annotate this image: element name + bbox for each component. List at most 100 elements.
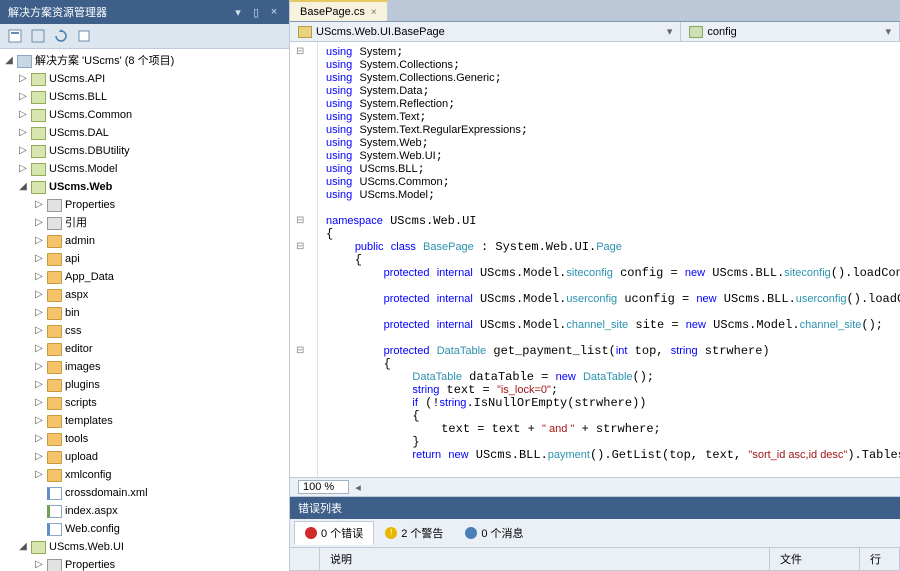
tree-item[interactable]: Web.config: [0, 520, 289, 538]
tree-item[interactable]: ▷bin: [0, 304, 289, 322]
expand-icon[interactable]: ▷: [34, 359, 44, 375]
errors-filter[interactable]: 0 个错误: [294, 521, 374, 545]
tree-item[interactable]: ▷css: [0, 322, 289, 340]
tree-item[interactable]: ▷App_Data: [0, 268, 289, 286]
expand-icon[interactable]: ▷: [34, 287, 44, 303]
tree-item[interactable]: index.aspx: [0, 502, 289, 520]
tree-item[interactable]: ▷xmlconfig: [0, 466, 289, 484]
expand-icon[interactable]: [34, 485, 44, 501]
expand-icon[interactable]: ▷: [34, 233, 44, 249]
expand-icon[interactable]: ▷: [34, 413, 44, 429]
project-node[interactable]: ▷UScms.API: [0, 70, 289, 88]
expand-icon[interactable]: ▷: [34, 197, 44, 213]
col-icon[interactable]: [290, 548, 320, 570]
project-icon: [31, 181, 46, 194]
expand-icon[interactable]: ▷: [34, 467, 44, 483]
zoom-dropdown[interactable]: 100 %: [298, 480, 349, 494]
folder-icon: [47, 253, 62, 266]
expand-icon[interactable]: ▷: [34, 251, 44, 267]
expand-icon[interactable]: ▷: [34, 377, 44, 393]
collapse-icon[interactable]: ⊟: [296, 215, 304, 226]
nav-left-icon[interactable]: ◂: [355, 481, 361, 494]
project-node[interactable]: ▷UScms.Common: [0, 106, 289, 124]
project-node[interactable]: ▷UScms.DBUtility: [0, 142, 289, 160]
col-line[interactable]: 行: [860, 548, 900, 570]
collapse-icon[interactable]: ⊟: [296, 46, 304, 57]
tree-item[interactable]: ▷scripts: [0, 394, 289, 412]
zoom-bar: 100 % ◂: [290, 477, 900, 496]
expand-icon[interactable]: ▷: [34, 395, 44, 411]
expand-icon[interactable]: ▷: [18, 89, 28, 105]
collapse-icon[interactable]: ⊟: [296, 241, 304, 252]
tree-item[interactable]: crossdomain.xml: [0, 484, 289, 502]
expand-icon[interactable]: ▷: [34, 269, 44, 285]
refresh-icon[interactable]: [52, 27, 70, 45]
expand-icon[interactable]: ▷: [18, 143, 28, 159]
expand-icon[interactable]: ▷: [34, 215, 44, 231]
error-icon: [305, 527, 317, 539]
expand-icon[interactable]: ▷: [34, 323, 44, 339]
col-file[interactable]: 文件: [770, 548, 860, 570]
chevron-down-icon: ▾: [885, 25, 891, 38]
tree-item[interactable]: ▷plugins: [0, 376, 289, 394]
expand-icon[interactable]: ◢: [18, 179, 28, 195]
solution-explorer-toolbar: [0, 24, 289, 49]
expand-icon[interactable]: ◢: [18, 539, 28, 555]
project-node[interactable]: ▷UScms.Model: [0, 160, 289, 178]
tree-item[interactable]: ▷images: [0, 358, 289, 376]
editor-tabs: BasePage.cs ×: [290, 0, 900, 22]
project-web[interactable]: ◢UScms.Web: [0, 178, 289, 196]
expand-icon[interactable]: ▷: [34, 341, 44, 357]
project-webui[interactable]: ◢UScms.Web.UI: [0, 538, 289, 556]
close-icon[interactable]: ×: [267, 5, 281, 19]
messages-filter[interactable]: 0 个消息: [454, 521, 534, 545]
tab-basepage[interactable]: BasePage.cs ×: [290, 0, 388, 21]
cfg-icon: [47, 523, 62, 536]
collapse-icon[interactable]: ⊟: [296, 345, 304, 356]
error-filter-tabs: 0 个错误 !2 个警告 0 个消息: [290, 519, 900, 548]
expand-icon[interactable]: ▷: [18, 161, 28, 177]
class-dropdown[interactable]: UScms.Web.UI.BasePage ▾: [290, 22, 681, 41]
editor-panel: BasePage.cs × UScms.Web.UI.BasePage ▾ co…: [290, 0, 900, 571]
tree-item[interactable]: ▷editor: [0, 340, 289, 358]
cfg-icon: [47, 487, 62, 500]
expand-icon[interactable]: ▷: [34, 431, 44, 447]
project-node[interactable]: ▷UScms.DAL: [0, 124, 289, 142]
warnings-filter[interactable]: !2 个警告: [374, 521, 454, 545]
tree-item[interactable]: ▷aspx: [0, 286, 289, 304]
tree-item[interactable]: ▷Properties: [0, 196, 289, 214]
tree-item[interactable]: ▷upload: [0, 448, 289, 466]
code-text[interactable]: using System; using System.Collections; …: [318, 42, 900, 477]
solution-explorer-title-bar: 解决方案资源管理器 ▾ ▯ ×: [0, 0, 289, 24]
expand-icon[interactable]: [34, 521, 44, 537]
expand-icon[interactable]: [34, 503, 44, 519]
code-editor[interactable]: ⊟ ⊟ ⊟ ⊟ using System; using System.Colle…: [290, 42, 900, 477]
expand-icon[interactable]: ◢: [4, 53, 14, 69]
expand-icon[interactable]: ▷: [34, 305, 44, 321]
tree-item[interactable]: ▷引用: [0, 214, 289, 232]
code-view-icon[interactable]: [75, 27, 93, 45]
tree-item[interactable]: ▷templates: [0, 412, 289, 430]
expand-icon[interactable]: ▷: [18, 107, 28, 123]
expand-icon[interactable]: ▷: [18, 125, 28, 141]
folder-icon: [47, 307, 62, 320]
show-all-icon[interactable]: [29, 27, 47, 45]
properties-icon[interactable]: [6, 27, 24, 45]
expand-icon[interactable]: ▷: [34, 449, 44, 465]
solution-node[interactable]: ◢解决方案 'UScms' (8 个项目): [0, 52, 289, 70]
code-gutter[interactable]: ⊟ ⊟ ⊟ ⊟: [290, 42, 318, 477]
col-description[interactable]: 说明: [320, 548, 770, 570]
expand-icon[interactable]: ▷: [18, 71, 28, 87]
project-node[interactable]: ▷UScms.BLL: [0, 88, 289, 106]
tree-item[interactable]: ▷Properties: [0, 556, 289, 571]
close-tab-icon[interactable]: ×: [371, 7, 377, 18]
tree-item[interactable]: ▷admin: [0, 232, 289, 250]
project-icon: [31, 163, 46, 176]
member-dropdown[interactable]: config ▾: [681, 22, 900, 41]
tree-item[interactable]: ▷tools: [0, 430, 289, 448]
pin-icon[interactable]: ▯: [249, 5, 263, 19]
solution-tree[interactable]: ◢解决方案 'UScms' (8 个项目) ▷UScms.API▷UScms.B…: [0, 49, 289, 571]
dropdown-icon[interactable]: ▾: [231, 5, 245, 19]
expand-icon[interactable]: ▷: [34, 557, 44, 571]
tree-item[interactable]: ▷api: [0, 250, 289, 268]
